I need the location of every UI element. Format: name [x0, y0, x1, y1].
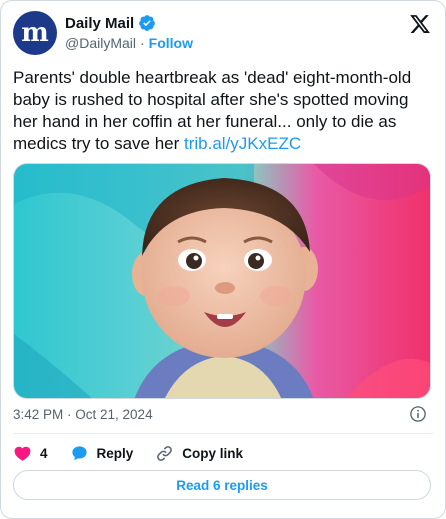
tweet-link[interactable]: trib.al/yJKxEZC — [184, 134, 301, 153]
link-icon — [157, 445, 173, 461]
tweet-header: m Daily Mail @DailyMail · Follow — [13, 11, 433, 55]
heart-icon — [14, 446, 31, 461]
reply-bubble-icon — [71, 445, 87, 460]
reply-button[interactable]: Reply — [70, 444, 134, 463]
copy-link-button[interactable]: Copy link — [155, 444, 243, 463]
info-icon[interactable] — [409, 405, 427, 423]
divider — [13, 433, 433, 434]
avatar-letter: m — [21, 18, 49, 48]
verified-badge-icon — [139, 15, 156, 31]
handle-row: @DailyMail · Follow — [65, 35, 193, 51]
action-bar: 4 Reply Copy link — [13, 442, 265, 464]
like-count: 4 — [40, 445, 48, 461]
avatar[interactable]: m — [13, 11, 57, 55]
reply-label: Reply — [96, 445, 134, 461]
baby-photo — [14, 164, 430, 398]
name-row: Daily Mail — [65, 14, 156, 32]
display-name[interactable]: Daily Mail — [65, 15, 134, 32]
follow-button[interactable]: Follow — [149, 35, 193, 51]
read-replies-button[interactable]: Read 6 replies — [13, 470, 431, 500]
like-button[interactable]: 4 — [13, 444, 48, 463]
x-logo-icon[interactable] — [409, 13, 431, 35]
tweet-text: Parents' double heartbreak as 'dead' eig… — [13, 67, 433, 155]
copy-link-label: Copy link — [182, 445, 244, 461]
handle[interactable]: @DailyMail — [65, 35, 136, 51]
separator: · — [140, 35, 145, 51]
tweet-card: m Daily Mail @DailyMail · Follow Parents… — [0, 0, 446, 519]
tweet-image[interactable] — [13, 163, 431, 399]
tweet-timestamp[interactable]: 3:42 PM · Oct 21, 2024 — [13, 407, 153, 422]
